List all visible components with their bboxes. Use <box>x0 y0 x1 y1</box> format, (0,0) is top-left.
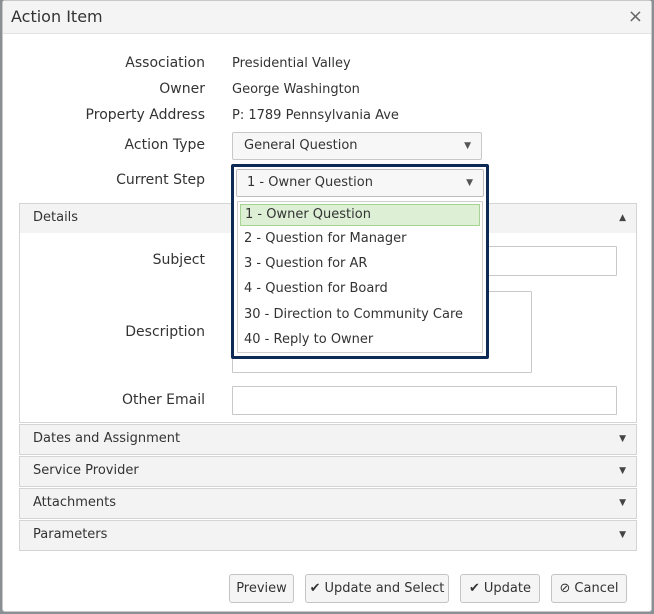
chevron-down-icon: ▼ <box>619 498 626 508</box>
cancel-button[interactable]: ⊘ Cancel <box>551 574 627 603</box>
action-item-dialog: Action Item × Association Presidential V… <box>2 0 652 612</box>
action-type-select[interactable]: General Question ▼ <box>232 132 482 160</box>
chevron-down-icon: ▼ <box>619 466 626 476</box>
dialog-title: Action Item <box>11 7 103 26</box>
other-email-label: Other Email <box>121 392 205 408</box>
current-step-value: 1 - Owner Question <box>247 175 373 190</box>
subject-label: Subject <box>152 252 205 268</box>
section-attachments-label: Attachments <box>33 495 116 510</box>
property-address-label: Property Address <box>85 107 205 123</box>
chevron-down-icon: ▼ <box>619 530 626 540</box>
section-dates-label: Dates and Assignment <box>33 431 181 446</box>
section-service-provider[interactable]: Service Provider ▼ <box>19 456 637 487</box>
option-direction-to-community-care[interactable]: 30 - Direction to Community Care <box>240 305 480 327</box>
cancel-button-label: Cancel <box>574 581 619 596</box>
current-step-select[interactable]: 1 - Owner Question ▼ <box>236 169 484 197</box>
chevron-down-icon: ▼ <box>619 434 626 444</box>
option-reply-to-owner[interactable]: 40 - Reply to Owner <box>240 330 480 352</box>
current-step-options: 1 - Owner Question 2 - Question for Mana… <box>237 201 483 353</box>
option-question-for-manager[interactable]: 2 - Question for Manager <box>240 229 480 251</box>
section-dates-assignment[interactable]: Dates and Assignment ▼ <box>19 424 637 455</box>
section-parameters-label: Parameters <box>33 527 108 542</box>
action-type-label: Action Type <box>124 137 205 153</box>
description-label: Description <box>125 324 205 340</box>
preview-button-label: Preview <box>236 581 287 596</box>
close-icon[interactable]: × <box>628 6 643 27</box>
owner-value: George Washington <box>232 82 360 97</box>
preview-button[interactable]: Preview <box>229 574 294 603</box>
association-label: Association <box>125 55 205 71</box>
current-step-label: Current Step <box>116 172 205 188</box>
update-button[interactable]: ✔ Update <box>460 574 540 603</box>
section-provider-label: Service Provider <box>33 463 139 478</box>
check-icon: ✔ <box>309 581 321 596</box>
action-type-value: General Question <box>244 138 358 153</box>
section-details-label: Details <box>33 210 79 225</box>
chevron-down-icon: ▼ <box>466 178 473 188</box>
option-question-for-board[interactable]: 4 - Question for Board <box>240 279 480 301</box>
cancel-icon: ⊘ <box>559 581 571 596</box>
owner-label: Owner <box>159 81 205 97</box>
chevron-down-icon: ▼ <box>464 141 471 151</box>
chevron-up-icon: ▲ <box>619 213 626 223</box>
property-address-value: P: 1789 Pennsylvania Ave <box>232 108 399 123</box>
other-email-input[interactable] <box>232 386 617 415</box>
option-question-for-ar[interactable]: 3 - Question for AR <box>240 254 480 276</box>
update-and-select-button[interactable]: ✔ Update and Select <box>305 574 449 603</box>
option-owner-question[interactable]: 1 - Owner Question <box>240 204 480 226</box>
update-and-select-label: Update and Select <box>324 581 445 596</box>
current-step-dropdown: 1 - Owner Question ▼ 1 - Owner Question … <box>231 164 489 359</box>
section-parameters[interactable]: Parameters ▼ <box>19 520 637 551</box>
check-icon: ✔ <box>469 581 480 596</box>
association-value: Presidential Valley <box>232 56 351 71</box>
section-attachments[interactable]: Attachments ▼ <box>19 488 637 519</box>
update-button-label: Update <box>483 581 531 596</box>
dialog-titlebar: Action Item × <box>3 1 651 34</box>
